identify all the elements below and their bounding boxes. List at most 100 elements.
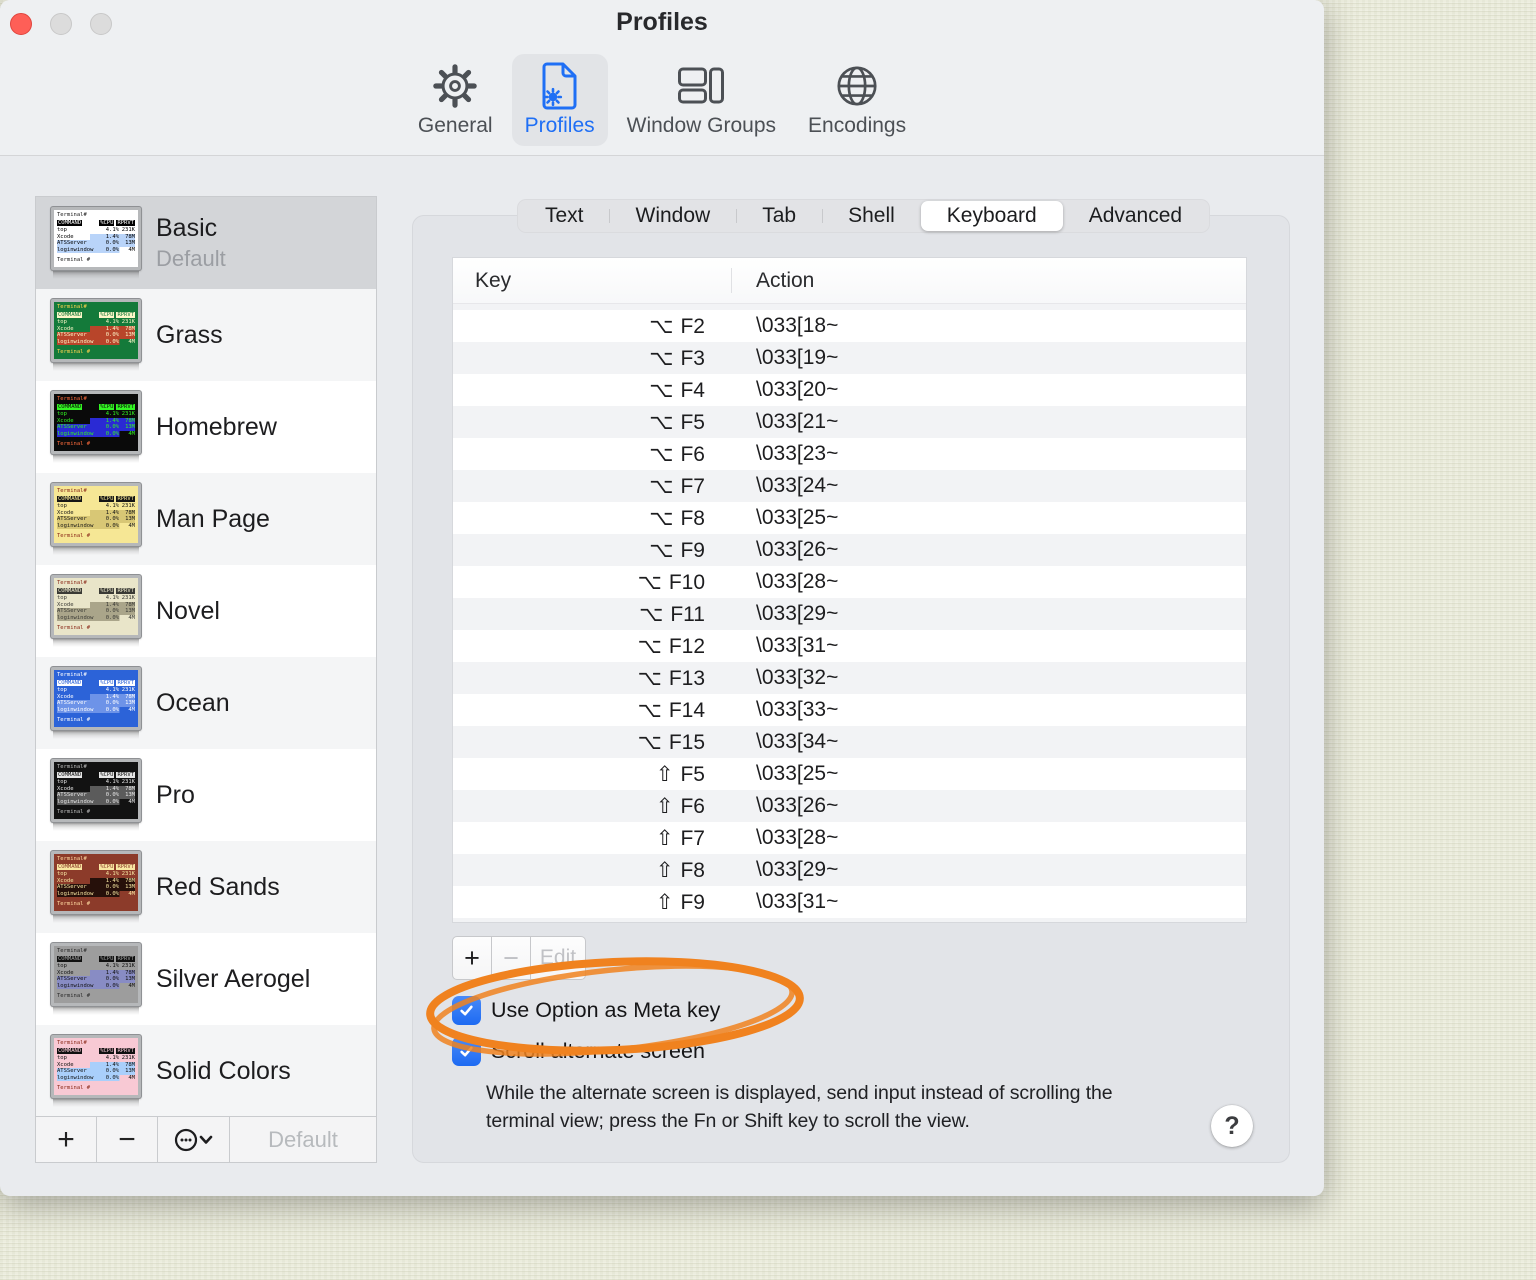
toolbar-item-encodings[interactable]: Encodings bbox=[795, 54, 919, 146]
remove-shortcut-button[interactable]: − bbox=[491, 936, 531, 980]
mini-terminal-title: Terminal# bbox=[57, 580, 87, 586]
table-row[interactable]: ⇧ F5 \033[25~ bbox=[453, 758, 1246, 790]
table-row[interactable]: ⌥ F7 \033[24~ bbox=[453, 470, 1246, 502]
profile-name: Solid Colors bbox=[156, 1056, 291, 1085]
tab-label: Text bbox=[545, 204, 584, 227]
sidebar-item-pro[interactable]: Terminal# COMMAND %CPU RPRVT top 4.1% 231K Xcod… bbox=[36, 749, 376, 841]
table-header: Key Action bbox=[453, 258, 1246, 304]
sidebar-item-grass[interactable]: Terminal# COMMAND %CPU RPRVT top 4.1% 231K Xcod… bbox=[36, 289, 376, 381]
tab-advanced[interactable]: Advanced bbox=[1063, 201, 1208, 231]
mini-terminal-title: Terminal# bbox=[57, 212, 87, 218]
table-row[interactable]: ⌥ F10 \033[28~ bbox=[453, 566, 1246, 598]
sidebar-item-basic[interactable]: Terminal# COMMAND %CPU RPRVT top 4.1% 231K Xcod… bbox=[36, 197, 376, 289]
table-row[interactable]: ⌥ F14 \033[33~ bbox=[453, 694, 1246, 726]
mini-terminal-preview: Terminal# COMMAND %CPU RPRVT top 4.1% 231K Xcod… bbox=[51, 207, 141, 270]
profile-name: Basic bbox=[156, 214, 218, 242]
checkmark-icon bbox=[460, 1046, 473, 1057]
tab-window[interactable]: Window bbox=[610, 201, 737, 231]
toolbar-item-window-groups[interactable]: Window Groups bbox=[614, 54, 789, 146]
sidebar-item-silver-aerogel[interactable]: Terminal# COMMAND %CPU RPRVT top 4.1% 231K Xcod… bbox=[36, 933, 376, 1025]
tab-text[interactable]: Text bbox=[519, 201, 610, 231]
use-option-as-meta-key-checkbox[interactable]: Use Option as Meta key bbox=[452, 996, 720, 1025]
key-label: F8 bbox=[680, 858, 705, 882]
document-gear-icon bbox=[540, 61, 580, 111]
mini-terminal-col: %CPU bbox=[99, 403, 115, 410]
table-row[interactable]: ⌥ F12 \033[31~ bbox=[453, 630, 1246, 662]
key-cell: ⇧ F8 bbox=[453, 858, 731, 883]
toolbar-item-general[interactable]: General bbox=[405, 54, 506, 146]
mini-terminal-col: RPRVT bbox=[116, 955, 135, 962]
checkbox-icon[interactable] bbox=[452, 1037, 481, 1066]
tab-shell[interactable]: Shell bbox=[822, 201, 921, 231]
set-default-button[interactable]: Default bbox=[230, 1117, 376, 1162]
sidebar-item-red-sands[interactable]: Terminal# COMMAND %CPU RPRVT top 4.1% 231K Xcod… bbox=[36, 841, 376, 933]
profile-labels: Silver Aerogel bbox=[156, 965, 310, 994]
tab-label: Keyboard bbox=[946, 204, 1037, 227]
mini-terminal-col: COMMAND bbox=[57, 587, 83, 594]
table-row[interactable]: ⌥ F5 \033[21~ bbox=[453, 406, 1246, 438]
profiles-list: Terminal# COMMAND %CPU RPRVT top 4.1% 231K Xcod… bbox=[36, 197, 376, 1117]
profiles-sidebar: Terminal# COMMAND %CPU RPRVT top 4.1% 231K Xcod… bbox=[35, 196, 377, 1163]
profile-labels: Basic Default bbox=[156, 214, 226, 272]
thumbnail-reflection bbox=[53, 271, 139, 279]
thumbnail-reflection bbox=[53, 915, 139, 923]
mini-terminal-col: %CPU bbox=[99, 219, 115, 226]
add-profile-button[interactable]: + bbox=[36, 1117, 97, 1162]
checkbox-label: Use Option as Meta key bbox=[491, 998, 721, 1022]
profile-thumbnail: Terminal# COMMAND %CPU RPRVT top 4.1% 231K Xcod… bbox=[51, 391, 143, 463]
tab-keyboard[interactable]: Keyboard bbox=[920, 201, 1063, 231]
mini-terminal-row: loginwindow 0.0% 4M bbox=[57, 706, 135, 713]
help-button[interactable]: ? bbox=[1211, 1105, 1253, 1147]
table-row[interactable]: ⌥ F2 \033[18~ bbox=[453, 310, 1246, 342]
table-row[interactable]: ⌥ F4 \033[20~ bbox=[453, 374, 1246, 406]
sidebar-item-ocean[interactable]: Terminal# COMMAND %CPU RPRVT top 4.1% 231K Xcod… bbox=[36, 657, 376, 749]
key-label: F9 bbox=[680, 538, 705, 562]
checkbox-icon[interactable] bbox=[452, 996, 481, 1025]
table-row[interactable]: ⇧ F9 \033[31~ bbox=[453, 886, 1246, 918]
mini-terminal-title: Terminal# bbox=[57, 488, 87, 494]
action-cell: \033[20~ bbox=[756, 378, 839, 401]
mini-terminal-col: RPRVT bbox=[116, 311, 135, 318]
desktop-wallpaper: { "colors": { "accent_blue": "#1f6ff5", … bbox=[0, 0, 1536, 1280]
mini-terminal-col: %CPU bbox=[99, 955, 115, 962]
mini-terminal-col: COMMAND bbox=[57, 679, 83, 686]
key-label: F5 bbox=[680, 762, 705, 786]
mini-terminal-prompt: Terminal # bbox=[57, 533, 91, 539]
mini-terminal-preview: Terminal# COMMAND %CPU RPRVT top 4.1% 231K Xcod… bbox=[51, 1035, 141, 1098]
table-row[interactable]: ⇧ F8 \033[29~ bbox=[453, 854, 1246, 886]
table-row[interactable]: ⌥ F15 \033[34~ bbox=[453, 726, 1246, 758]
table-row[interactable]: ⌥ F9 \033[26~ bbox=[453, 534, 1246, 566]
table-row[interactable]: ⌥ F8 \033[25~ bbox=[453, 502, 1246, 534]
table-row[interactable]: ⌥ F3 \033[19~ bbox=[453, 342, 1246, 374]
toolbar-item-label: Profiles bbox=[524, 114, 595, 137]
table-row[interactable]: ⇧ F7 \033[28~ bbox=[453, 822, 1246, 854]
mini-terminal-col: COMMAND bbox=[57, 771, 83, 778]
sidebar-item-novel[interactable]: Terminal# COMMAND %CPU RPRVT top 4.1% 231K Xcod… bbox=[36, 565, 376, 657]
tab-label: Window bbox=[635, 204, 711, 227]
key-label: F12 bbox=[668, 634, 705, 658]
key-label: F6 bbox=[680, 442, 705, 466]
profile-thumbnail: Terminal# COMMAND %CPU RPRVT top 4.1% 231K Xcod… bbox=[51, 575, 143, 647]
key-label: F5 bbox=[680, 410, 705, 434]
sidebar-item-homebrew[interactable]: Terminal# COMMAND %CPU RPRVT top 4.1% 231K Xcod… bbox=[36, 381, 376, 473]
table-row[interactable]: ⌥ F11 \033[29~ bbox=[453, 598, 1246, 630]
mini-terminal-header: COMMAND %CPU RPRVT bbox=[57, 219, 135, 226]
add-shortcut-button[interactable]: + bbox=[452, 936, 492, 980]
table-row[interactable]: ⌥ F6 \033[23~ bbox=[453, 438, 1246, 470]
table-row[interactable]: ⌥ F13 \033[32~ bbox=[453, 662, 1246, 694]
tab-label: Tab bbox=[762, 204, 797, 227]
sidebar-item-man-page[interactable]: Terminal# COMMAND %CPU RPRVT top 4.1% 231K Xcod… bbox=[36, 473, 376, 565]
profile-thumbnail: Terminal# COMMAND %CPU RPRVT top 4.1% 231K Xcod… bbox=[51, 667, 143, 739]
tab-tab[interactable]: Tab bbox=[736, 201, 823, 231]
toolbar-item-profiles[interactable]: Profiles bbox=[511, 54, 608, 146]
table-row[interactable]: ⇧ F6 \033[26~ bbox=[453, 790, 1246, 822]
profile-actions-menu-button[interactable] bbox=[158, 1117, 230, 1162]
key-cell: ⌥ F2 bbox=[453, 314, 731, 339]
profile-labels: Pro bbox=[156, 781, 195, 810]
scroll-alternate-screen-checkbox[interactable]: Scroll alternate screen bbox=[452, 1037, 705, 1066]
mini-terminal-preview: Terminal# COMMAND %CPU RPRVT top 4.1% 231K Xcod… bbox=[51, 759, 141, 822]
shift-key-icon: ⇧ bbox=[655, 890, 674, 914]
sidebar-item-solid-colors[interactable]: Terminal# COMMAND %CPU RPRVT top 4.1% 231K Xcod… bbox=[36, 1025, 376, 1117]
edit-shortcut-button[interactable]: Edit bbox=[530, 936, 586, 980]
remove-profile-button[interactable]: − bbox=[97, 1117, 158, 1162]
